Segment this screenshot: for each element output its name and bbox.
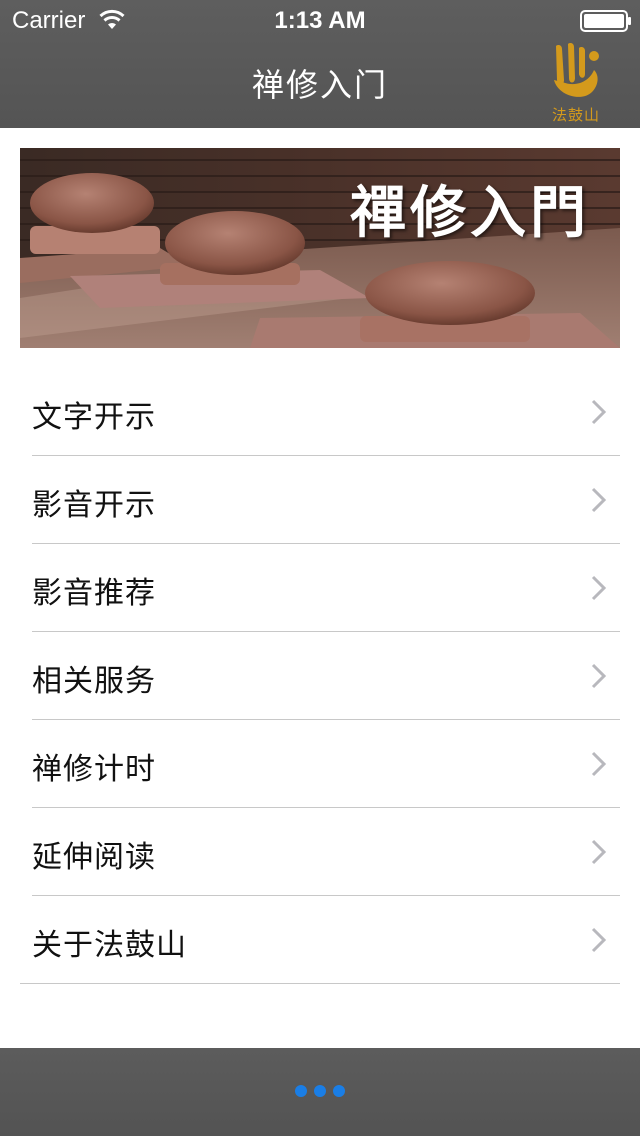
navigation-bar: Carrier 1:13 AM 禅修入门 法鼓山 [0,0,640,128]
chevron-right-icon [591,927,607,953]
page-dot [295,1085,307,1097]
menu-item-further-reading[interactable]: 延伸阅读 [0,808,640,896]
menu-item-about-dharma-drum[interactable]: 关于法鼓山 [0,896,640,984]
chevron-right-icon [591,399,607,425]
menu-item-video-recommendations[interactable]: 影音推荐 [0,544,640,632]
menu-item-video-teachings[interactable]: 影音开示 [0,456,640,544]
logo-mark [554,43,599,97]
status-time: 1:13 AM [274,7,366,34]
dharma-drum-logo[interactable]: 法鼓山 [544,40,608,126]
battery-icon [580,10,631,32]
menu-item-label: 文字开示 [32,400,156,435]
menu-item-label: 影音推荐 [32,576,156,611]
divider [20,983,620,984]
bottom-toolbar [0,1048,640,1136]
menu-list: 文字开示 影音开示 影音推荐 相关服务 禅修计时 延伸阅读 关于法鼓山 [0,368,640,984]
app-screen: Carrier 1:13 AM 禅修入门 法鼓山 禪修入門 文字开示 影音开示 … [0,0,640,1136]
chevron-right-icon [591,751,607,777]
banner-image: 禪修入門 [20,148,620,348]
menu-item-text-teachings[interactable]: 文字开示 [0,368,640,456]
chevron-right-icon [591,663,607,689]
page-indicator[interactable] [295,1085,347,1099]
status-bar: Carrier 1:13 AM [0,0,640,40]
page-dot [333,1085,345,1097]
menu-item-label: 影音开示 [32,488,156,523]
banner-title: 禪修入門 [350,180,590,246]
chevron-right-icon [591,575,607,601]
logo-text: 法鼓山 [551,106,600,124]
menu-item-label: 相关服务 [32,664,156,699]
menu-item-label: 禅修计时 [32,752,156,787]
menu-item-related-services[interactable]: 相关服务 [0,632,640,720]
menu-item-label: 延伸阅读 [32,840,156,875]
menu-item-label: 关于法鼓山 [32,928,187,963]
page-dot [314,1085,326,1097]
chevron-right-icon [591,487,607,513]
menu-item-meditation-timer[interactable]: 禅修计时 [0,720,640,808]
chevron-right-icon [591,839,607,865]
